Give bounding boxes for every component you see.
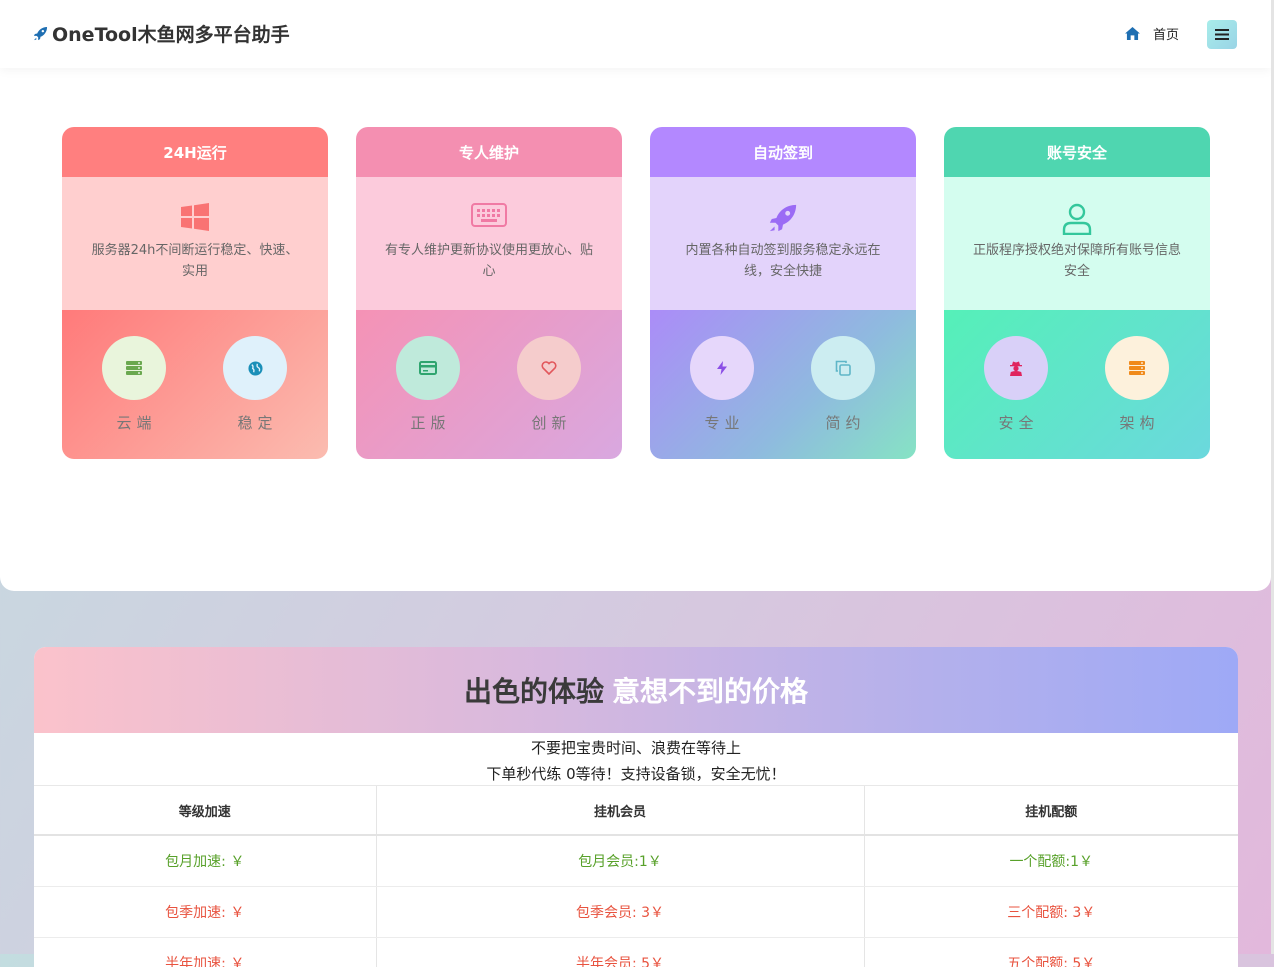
feature-label: 云端	[102, 412, 166, 433]
card-body: 服务器24h不间断运行稳定、快速、实用	[62, 177, 328, 310]
nav-home-link[interactable]: 首页	[1125, 24, 1179, 43]
menu-toggle-button[interactable]	[1207, 20, 1237, 49]
feature-label: 稳定	[223, 412, 287, 433]
nav-home-label: 首页	[1153, 24, 1179, 43]
table-row: 包季加速: ￥ 包季会员: 3￥ 三个配额: 3￥	[34, 887, 1238, 938]
brand-title: OneTool木鱼网多平台助手	[52, 20, 290, 47]
card-body: 内置各种自动签到服务稳定永远在线，安全快捷	[650, 177, 916, 310]
feature-simple: 简约	[811, 336, 875, 433]
hamburger-icon	[1215, 25, 1229, 44]
card-description: 内置各种自动签到服务稳定永远在线，安全快捷	[678, 240, 888, 282]
table-cell: 包月加速: ￥	[34, 835, 376, 887]
column-header: 挂机配额	[864, 786, 1238, 836]
column-header: 等级加速	[34, 786, 376, 836]
table-row: 包月加速: ￥ 包月会员:1￥ 一个配额:1￥	[34, 835, 1238, 887]
feature-cloud: 云端	[102, 336, 166, 433]
card-features: 专业 简约	[650, 310, 916, 459]
card-features: 云端 稳定	[62, 310, 328, 459]
user-secret-icon	[984, 336, 1048, 400]
credit-card-icon	[396, 336, 460, 400]
copy-icon	[811, 336, 875, 400]
feature-card-maintenance: 专人维护 有专人维护更新协议使用更放心、贴心 正版 创新	[356, 127, 622, 459]
table-cell: 半年加速: ￥	[34, 938, 376, 967]
card-description: 服务器24h不间断运行稳定、快速、实用	[90, 240, 300, 282]
globe-icon	[223, 336, 287, 400]
bolt-icon	[690, 336, 754, 400]
feature-safe: 安全	[984, 336, 1048, 433]
table-header-row: 等级加速 挂机会员 挂机配额	[34, 786, 1238, 836]
feature-card-auto-signin: 自动签到 内置各种自动签到服务稳定永远在线，安全快捷 专业 简约	[650, 127, 916, 459]
card-description: 正版程序授权绝对保障所有账号信息安全	[972, 240, 1182, 282]
keyboard-icon	[356, 203, 622, 227]
feature-label: 正版	[396, 412, 460, 433]
card-title: 账号安全	[944, 127, 1210, 177]
feature-professional: 专业	[690, 336, 754, 433]
pricing-title-dark: 出色的体验	[464, 670, 604, 710]
table-cell: 半年会员: 5￥	[376, 938, 864, 967]
feature-card-security: 账号安全 正版程序授权绝对保障所有账号信息安全 安全 架构	[944, 127, 1210, 459]
navbar: OneTool木鱼网多平台助手 首页	[0, 0, 1271, 68]
pricing-subtitle: 不要把宝贵时间、浪费在等待上 下单秒代练 0等待！支持设备锁，安全无忧！	[34, 733, 1238, 785]
server-icon	[1105, 336, 1169, 400]
feature-label: 架构	[1105, 412, 1169, 433]
windows-icon	[62, 203, 328, 231]
table-cell: 五个配额: 5￥	[864, 938, 1238, 967]
pricing-title-light: 意想不到的价格	[612, 670, 808, 710]
card-features: 正版 创新	[356, 310, 622, 459]
column-header: 挂机会员	[376, 786, 864, 836]
feature-architecture: 架构	[1105, 336, 1169, 433]
card-title: 24H运行	[62, 127, 328, 177]
feature-stable: 稳定	[223, 336, 287, 433]
feature-innovation: 创新	[517, 336, 581, 433]
card-body: 有专人维护更新协议使用更放心、贴心	[356, 177, 622, 310]
heart-icon	[517, 336, 581, 400]
table-cell: 三个配额: 3￥	[864, 887, 1238, 938]
server-icon	[102, 336, 166, 400]
feature-label: 创新	[517, 412, 581, 433]
card-title: 专人维护	[356, 127, 622, 177]
feature-genuine: 正版	[396, 336, 460, 433]
brand[interactable]: OneTool木鱼网多平台助手	[33, 20, 290, 47]
card-features: 安全 架构	[944, 310, 1210, 459]
rocket-icon	[33, 26, 48, 41]
table-cell: 包月会员:1￥	[376, 835, 864, 887]
feature-label: 专业	[690, 412, 754, 433]
pricing-subtitle-line: 不要把宝贵时间、浪费在等待上	[34, 735, 1238, 761]
user-icon	[944, 203, 1210, 235]
pricing-header: 出色的体验 意想不到的价格	[34, 647, 1238, 733]
card-description: 有专人维护更新协议使用更放心、贴心	[384, 240, 594, 282]
table-cell: 包季会员: 3￥	[376, 887, 864, 938]
table-cell: 包季加速: ￥	[34, 887, 376, 938]
feature-label: 简约	[811, 412, 875, 433]
card-body: 正版程序授权绝对保障所有账号信息安全	[944, 177, 1210, 310]
table-cell: 一个配额:1￥	[864, 835, 1238, 887]
card-title: 自动签到	[650, 127, 916, 177]
pricing-table: 等级加速 挂机会员 挂机配额 包月加速: ￥ 包月会员:1￥ 一个配额:1￥ 包…	[34, 785, 1238, 967]
pricing-panel: 出色的体验 意想不到的价格 不要把宝贵时间、浪费在等待上 下单秒代练 0等待！支…	[34, 647, 1238, 967]
feature-card-24h: 24H运行 服务器24h不间断运行稳定、快速、实用 云端 稳定	[62, 127, 328, 459]
feature-label: 安全	[984, 412, 1048, 433]
rocket-icon	[650, 203, 916, 233]
pricing-subtitle-line: 下单秒代练 0等待！支持设备锁，安全无忧！	[34, 761, 1238, 787]
home-icon	[1125, 27, 1140, 40]
table-row: 半年加速: ￥ 半年会员: 5￥ 五个配额: 5￥	[34, 938, 1238, 967]
